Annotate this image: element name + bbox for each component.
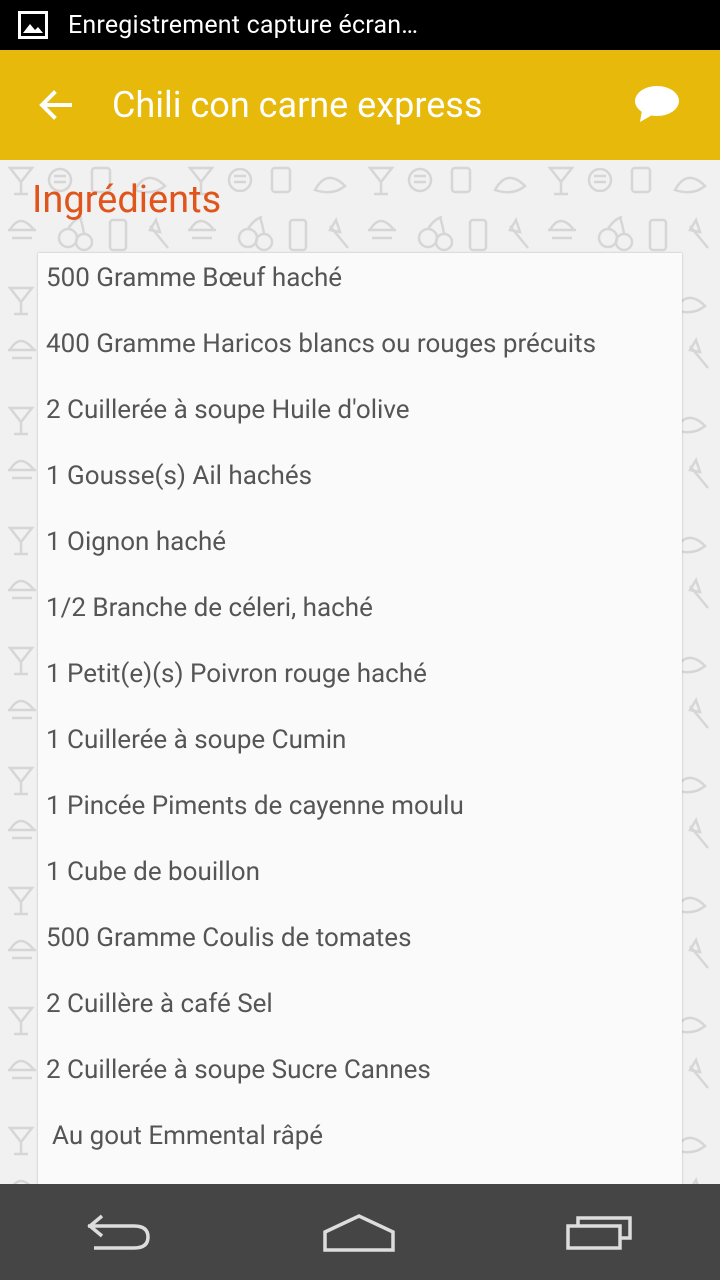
status-bar: Enregistrement capture écran… [0,0,720,50]
arrow-back-icon[interactable] [34,83,78,127]
list-item: 1/2 Branche de céleri, haché [46,593,373,623]
list-item: 2 Cuillerée à soupe Huile d'olive [46,395,410,425]
list-item: 1 Cuillerée à soupe Cumin [46,725,347,755]
app-bar: Chili con carne express [0,50,720,160]
nav-home-icon[interactable] [321,1210,397,1254]
nav-back-icon[interactable] [84,1212,154,1252]
list-item: 400 Gramme Haricos blancs ou rouges préc… [46,329,597,359]
image-icon [18,11,48,39]
list-item: 1 Oignon haché [46,527,227,557]
nav-recents-icon[interactable] [564,1212,636,1252]
list-item: 500 Gramme Coulis de tomates [46,923,412,953]
content-area[interactable]: Ingrédients 500 Gramme Bœuf haché 400 Gr… [0,160,720,1184]
section-title: Ingrédients [32,178,222,222]
list-item: 500 Gramme Bœuf haché [46,263,343,293]
page-title: Chili con carne express [112,84,483,126]
ingredients-card: 500 Gramme Bœuf haché 400 Gramme Haricos… [38,253,682,1184]
list-item: 1 Pincée Piments de cayenne moulu [46,791,464,821]
list-item: 1 Gousse(s) Ail hachés [46,461,313,491]
list-item: 1 Petit(e)(s) Poivron rouge haché [46,659,427,689]
system-nav-bar [0,1184,720,1280]
notification-text: Enregistrement capture écran… [68,10,419,40]
list-item: 2 Cuillerée à soupe Sucre Cannes [46,1055,431,1085]
list-item: 2 Cuillère à café Sel [46,989,273,1019]
list-item: Au gout Emmental râpé [52,1121,324,1151]
list-item: 1 Cube de bouillon [46,857,260,887]
chat-bubble-icon[interactable] [634,84,680,124]
ingredients-list: 500 Gramme Bœuf haché 400 Gramme Haricos… [38,253,682,1177]
